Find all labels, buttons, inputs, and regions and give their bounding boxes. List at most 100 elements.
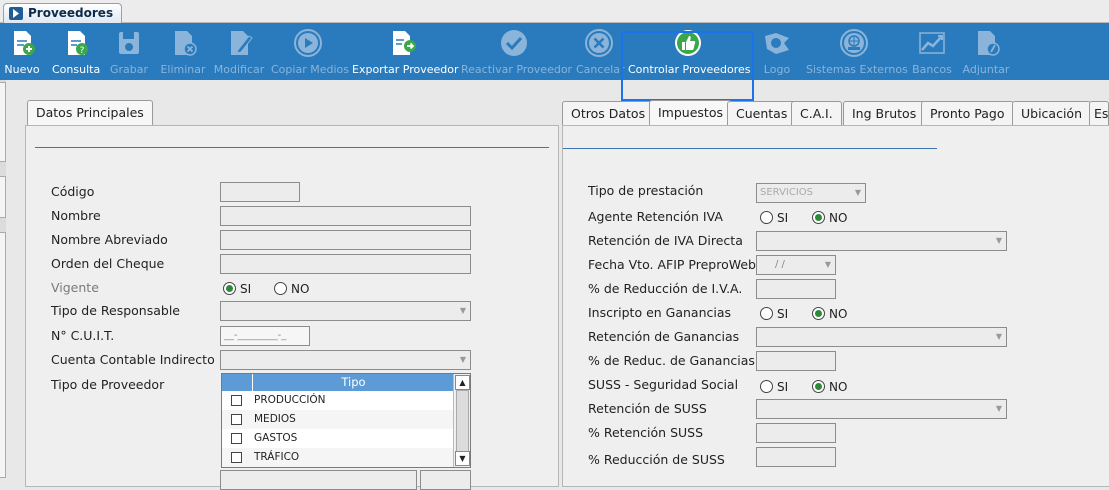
chevron-down-icon: ▼ bbox=[995, 236, 1002, 245]
tipo-responsable-select[interactable]: ▼ bbox=[220, 301, 471, 321]
save-icon bbox=[119, 32, 139, 54]
radio-unselected-icon bbox=[760, 307, 773, 320]
attach-button[interactable]: Adjuntar bbox=[962, 23, 1010, 80]
highlight-box bbox=[621, 31, 754, 101]
chevron-down-icon: ▼ bbox=[459, 355, 466, 364]
fecha-vto-afip-input[interactable]: / / ▼ bbox=[756, 255, 836, 275]
export-provider-button[interactable]: Exportar Proveedor bbox=[352, 23, 459, 80]
agente-iva-no-radio[interactable]: NO bbox=[812, 211, 847, 225]
tipo-responsable-label: Tipo de Responsable bbox=[51, 303, 180, 318]
export-provider-button-label: Exportar Proveedor bbox=[352, 63, 459, 76]
tab-datos-principales[interactable]: Datos Principales bbox=[27, 100, 153, 126]
retencion-iva-directa-select[interactable]: ▼ bbox=[756, 231, 1007, 251]
bottom-field-input-2[interactable] bbox=[420, 470, 471, 490]
chevron-down-icon: ▼ bbox=[995, 332, 1002, 341]
retencion-ganancias-label: Retención de Ganancias bbox=[588, 329, 740, 344]
vigente-si-radio[interactable]: SI bbox=[223, 282, 251, 296]
reduc-ganancias-label: % de Reduc. de Ganancias bbox=[588, 353, 755, 368]
pct-retencion-suss-input[interactable] bbox=[756, 423, 836, 443]
checkbox-icon[interactable] bbox=[231, 395, 242, 406]
delete-button-label: Eliminar bbox=[160, 63, 206, 76]
cuenta-contable-select[interactable]: ▼ bbox=[220, 350, 471, 370]
retencion-ganancias-select[interactable]: ▼ bbox=[756, 327, 1007, 347]
chart-icon bbox=[919, 32, 945, 54]
pct-reduccion-suss-label: % Reducción de SUSS bbox=[588, 452, 725, 467]
new-button-label: Nuevo bbox=[4, 63, 40, 76]
grid-header: Tipo bbox=[222, 374, 454, 391]
tab-ubicacion[interactable]: Ubicación bbox=[1012, 101, 1092, 125]
logo-button-label: Logo bbox=[763, 63, 791, 76]
tab-otros-datos[interactable]: Otros Datos bbox=[562, 101, 655, 125]
nombre-abreviado-input[interactable] bbox=[220, 230, 471, 250]
radio-selected-icon bbox=[812, 211, 825, 224]
tab-impuestos[interactable]: Impuestos bbox=[649, 100, 732, 126]
pct-retencion-suss-label: % Retención SUSS bbox=[588, 425, 704, 440]
grid-row[interactable]: GASTOS bbox=[222, 429, 454, 448]
ganancias-no-radio[interactable]: NO bbox=[812, 307, 847, 321]
new-button[interactable]: Nuevo bbox=[0, 23, 44, 80]
checkbox-icon[interactable] bbox=[231, 433, 242, 444]
grid-row[interactable]: TRÁFICO bbox=[222, 448, 454, 467]
cuit-input[interactable]: __-________-_ bbox=[220, 326, 310, 346]
radio-selected-icon bbox=[812, 380, 825, 393]
agente-iva-si-radio[interactable]: SI bbox=[760, 211, 788, 225]
grid-row[interactable]: MEDIOS bbox=[222, 410, 454, 429]
grid-scrollbar[interactable]: ▲ ▼ bbox=[453, 374, 470, 467]
chevron-down-icon: ▼ bbox=[854, 188, 861, 197]
suss-si-radio[interactable]: SI bbox=[760, 380, 788, 394]
save-button[interactable]: Grabar bbox=[108, 23, 150, 80]
tab-ing-brutos[interactable]: Ing Brutos bbox=[843, 101, 926, 125]
bottom-field-input[interactable] bbox=[220, 470, 417, 490]
cancel-circle-icon bbox=[585, 29, 613, 57]
nombre-label: Nombre bbox=[51, 208, 101, 223]
edit-button[interactable]: Modificar bbox=[213, 23, 265, 80]
logo-button[interactable]: Logo bbox=[757, 23, 797, 80]
codigo-input[interactable] bbox=[220, 182, 300, 202]
reactivate-provider-button[interactable]: Reactivar Proveedor bbox=[461, 23, 572, 80]
query-doc-icon: ? bbox=[68, 31, 88, 56]
grid-select-column bbox=[222, 374, 253, 391]
orden-cheque-input[interactable] bbox=[220, 254, 471, 274]
retencion-suss-select[interactable]: ▼ bbox=[756, 399, 1007, 419]
chevron-down-icon: ▼ bbox=[995, 404, 1002, 413]
tipo-prestacion-select[interactable]: SERVICIOS ▼ bbox=[756, 183, 866, 203]
radio-label: SI bbox=[777, 307, 789, 321]
suss-no-radio[interactable]: NO bbox=[812, 380, 847, 394]
scroll-up-icon[interactable]: ▲ bbox=[455, 375, 470, 390]
attach-icon bbox=[978, 31, 1000, 56]
tab-pronto-pago[interactable]: Pronto Pago bbox=[921, 101, 1014, 125]
side-tab-1[interactable] bbox=[0, 82, 6, 162]
grid-row[interactable]: PRODUCCIÓN bbox=[222, 391, 454, 410]
fecha-mask: / / bbox=[775, 259, 785, 270]
tab-label: Impuestos bbox=[658, 105, 723, 120]
scroll-down-icon[interactable]: ▼ bbox=[455, 451, 470, 466]
window-tab-proveedores[interactable]: Proveedores bbox=[3, 3, 123, 23]
reduccion-iva-input[interactable] bbox=[756, 279, 836, 299]
scroll-thumb[interactable] bbox=[456, 390, 469, 452]
reduc-ganancias-input[interactable] bbox=[756, 351, 836, 371]
vigente-no-radio[interactable]: NO bbox=[274, 282, 309, 296]
tipo-proveedor-label: Tipo de Proveedor bbox=[51, 377, 165, 392]
side-tab-3[interactable] bbox=[0, 232, 6, 478]
ganancias-si-radio[interactable]: SI bbox=[760, 307, 788, 321]
checkbox-icon[interactable] bbox=[231, 414, 242, 425]
nombre-input[interactable] bbox=[220, 206, 471, 226]
checkbox-icon[interactable] bbox=[231, 452, 242, 463]
fecha-vto-afip-label: Fecha Vto. AFIP PreproWeb bbox=[588, 257, 756, 272]
banks-button[interactable]: Bancos bbox=[910, 23, 954, 80]
radio-unselected-icon bbox=[760, 211, 773, 224]
copy-media-button[interactable]: Copiar Medios bbox=[271, 23, 349, 80]
external-systems-button[interactable]: Sistemas Externos bbox=[806, 23, 908, 80]
tipo-prestacion-label: Tipo de prestación bbox=[588, 183, 704, 198]
tab-cuentas[interactable]: Cuentas bbox=[727, 101, 797, 125]
query-button[interactable]: ? Consulta bbox=[52, 23, 100, 80]
tab-es[interactable]: Es bbox=[1089, 101, 1109, 125]
radio-label: SI bbox=[777, 211, 789, 225]
pct-reduccion-suss-input[interactable] bbox=[756, 447, 836, 467]
delete-button[interactable]: Eliminar bbox=[160, 23, 206, 80]
tab-cai[interactable]: C.A.I. bbox=[791, 101, 842, 125]
left-side-strip bbox=[0, 80, 6, 478]
cancel-button[interactable]: Cancelar bbox=[576, 23, 625, 80]
new-doc-icon bbox=[14, 31, 35, 55]
side-tab-2[interactable] bbox=[0, 176, 6, 218]
